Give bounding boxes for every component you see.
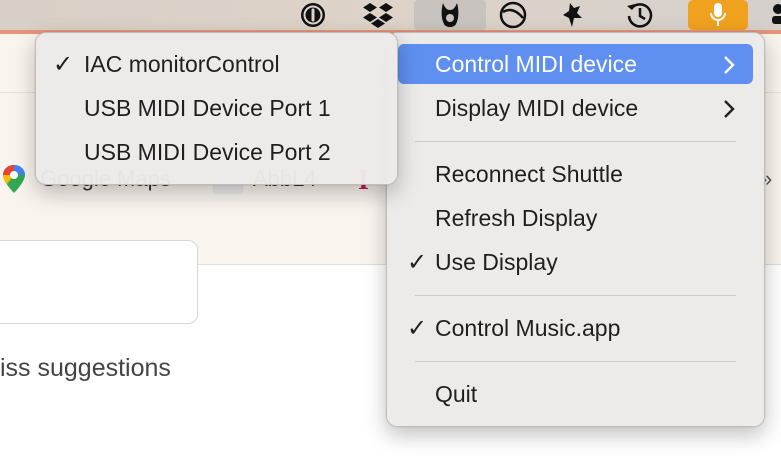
microphone-icon[interactable]: [688, 0, 748, 30]
menu-item-label: Control MIDI device: [435, 50, 637, 77]
submenu-item-label: IAC monitorControl: [84, 50, 280, 77]
shuttle-app-icon[interactable]: [414, 0, 486, 30]
chevron-right-icon: [723, 98, 735, 125]
menu-separator: [415, 141, 736, 142]
menu-bar: [0, 0, 781, 30]
submenu-item-usb-midi-port-2[interactable]: USB MIDI Device Port 2: [44, 132, 389, 172]
menu-item-label: Refresh Display: [435, 204, 598, 231]
overflow-icon[interactable]: [766, 0, 781, 30]
menu-item-control-music-app[interactable]: ✓ Control Music.app: [398, 308, 753, 348]
midi-device-submenu: ✓ IAC monitorControl USB MIDI Device Por…: [35, 32, 398, 185]
shuttle-dropdown-menu: Control MIDI device Display MIDI device …: [386, 32, 765, 427]
menu-item-label: Control Music.app: [435, 314, 621, 341]
checkmark-icon: ✓: [53, 50, 74, 78]
menu-item-label: Quit: [435, 380, 478, 407]
menu-item-control-midi-device[interactable]: Control MIDI device: [398, 44, 753, 84]
submenu-item-label: USB MIDI Device Port 1: [84, 94, 331, 121]
google-maps-icon[interactable]: [2, 164, 26, 199]
dropbox-icon[interactable]: [360, 0, 396, 30]
menu-item-display-midi-device[interactable]: Display MIDI device: [398, 88, 753, 128]
menu-item-label: Display MIDI device: [435, 94, 639, 121]
chevron-right-icon: [723, 54, 735, 81]
checkmark-icon: ✓: [407, 314, 428, 342]
menu-separator: [415, 361, 736, 362]
checkmark-icon: ✓: [407, 248, 428, 276]
suggestions-text: iss suggestions: [0, 354, 171, 382]
1password-icon[interactable]: [296, 0, 330, 30]
menu-item-quit[interactable]: Quit: [398, 374, 753, 414]
text-box[interactable]: [0, 240, 198, 324]
submenu-item-label: USB MIDI Device Port 2: [84, 138, 331, 165]
menu-item-use-display[interactable]: ✓ Use Display: [398, 242, 753, 282]
bug-icon[interactable]: [555, 0, 591, 30]
menu-item-label: Use Display: [435, 248, 558, 275]
menu-item-refresh-display[interactable]: Refresh Display: [398, 198, 753, 238]
submenu-item-usb-midi-port-1[interactable]: USB MIDI Device Port 1: [44, 88, 389, 128]
sync-icon[interactable]: [495, 0, 531, 30]
menu-separator: [415, 295, 736, 296]
submenu-item-iac-monitorcontrol[interactable]: ✓ IAC monitorControl: [44, 44, 389, 84]
menu-item-reconnect-shuttle[interactable]: Reconnect Shuttle: [398, 154, 753, 194]
time-machine-icon[interactable]: [622, 0, 658, 30]
menu-item-label: Reconnect Shuttle: [435, 160, 623, 187]
